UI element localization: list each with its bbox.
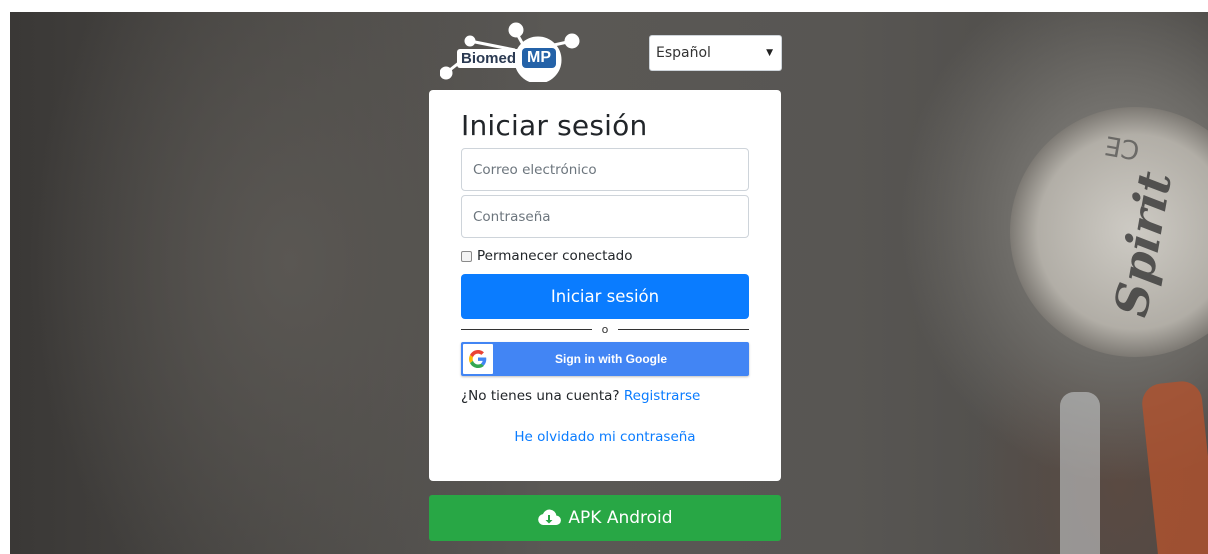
password-placeholder: Contraseña bbox=[473, 208, 551, 225]
remember-me: Permanecer conectado bbox=[461, 248, 633, 264]
forgot-password-link[interactable]: He olvidado mi contraseña bbox=[429, 429, 781, 445]
password-field[interactable]: Contraseña bbox=[461, 195, 749, 238]
cloud-download-icon bbox=[537, 509, 562, 527]
signup-prompt: ¿No tienes una cuenta? Registrarse bbox=[461, 388, 700, 404]
page-title: Iniciar sesión bbox=[461, 109, 648, 142]
email-placeholder: Correo electrónico bbox=[473, 161, 597, 178]
no-account-text: ¿No tienes una cuenta? bbox=[461, 388, 620, 404]
login-card: Iniciar sesión Correo electrónico Contra… bbox=[429, 90, 781, 481]
or-divider: o bbox=[461, 322, 750, 336]
apk-android-button[interactable]: APK Android bbox=[429, 495, 781, 541]
register-link[interactable]: Registrarse bbox=[624, 388, 700, 404]
apk-button-label: APK Android bbox=[568, 508, 673, 528]
logo-biomed-text: Biomed bbox=[457, 48, 521, 68]
remember-checkbox[interactable] bbox=[461, 250, 472, 262]
logo-wordmark: Biomed MP bbox=[457, 48, 557, 68]
google-signin-button[interactable]: Sign in with Google bbox=[461, 342, 749, 376]
divider-text: o bbox=[601, 322, 609, 336]
remember-label: Permanecer conectado bbox=[477, 248, 633, 264]
email-field[interactable]: Correo electrónico bbox=[461, 148, 749, 191]
chevron-down-icon: ▼ bbox=[766, 48, 773, 58]
google-icon bbox=[463, 344, 493, 374]
language-select[interactable]: Español ▼ bbox=[649, 35, 782, 71]
login-button-label: Iniciar sesión bbox=[550, 287, 660, 306]
google-signin-label: Sign in with Google bbox=[555, 352, 667, 366]
logo-mp-text: MP bbox=[522, 48, 557, 68]
language-selected-value: Español bbox=[656, 45, 711, 61]
login-button[interactable]: Iniciar sesión bbox=[461, 274, 749, 319]
